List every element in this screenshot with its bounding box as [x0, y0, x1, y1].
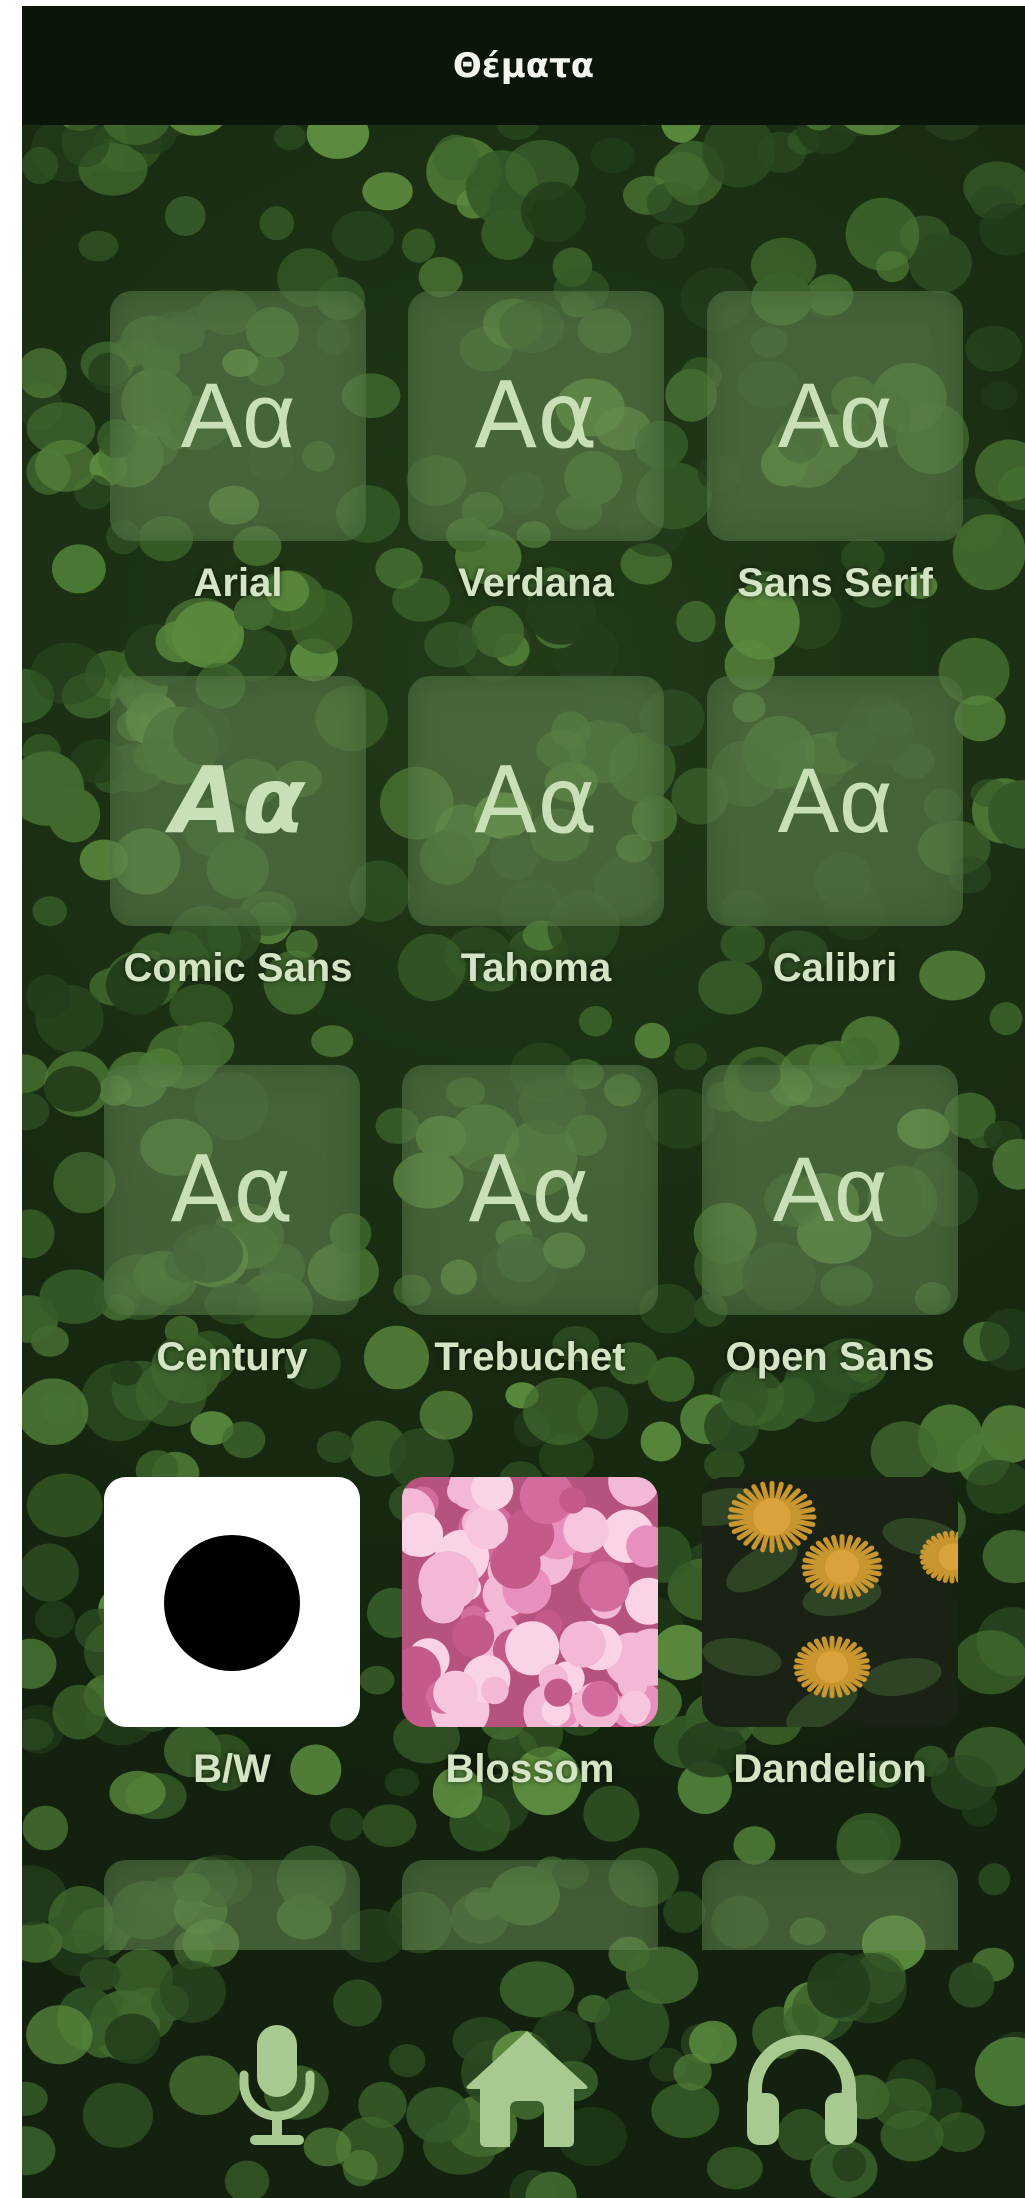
- font-sample: Aα: [772, 1139, 888, 1241]
- theme-label: Dandelion: [733, 1747, 927, 1791]
- font-preview: Aα: [408, 676, 664, 926]
- theme-preview: [402, 1860, 658, 1950]
- font-sample: Aα: [170, 747, 306, 854]
- font-label: Verdana: [458, 561, 614, 605]
- font-sample: Aα: [777, 750, 893, 852]
- microphone-icon: [232, 2023, 322, 2158]
- font-label: Calibri: [772, 946, 898, 990]
- app-screen: Θέματα Aα Arial Aα Verdana Aα Sans Serif…: [22, 6, 1025, 2198]
- font-label: Comic Sans: [123, 946, 353, 990]
- font-preview: Aα: [702, 1065, 958, 1315]
- font-sample: Aα: [474, 362, 598, 469]
- font-sample: Aα: [180, 365, 296, 467]
- top-bar: Θέματα: [22, 6, 1025, 125]
- font-sample: Aα: [468, 1136, 592, 1243]
- bw-theme-icon: [104, 1477, 360, 1727]
- theme-preview: [104, 1860, 360, 1950]
- font-preview: Aα: [104, 1065, 360, 1315]
- font-preview: Aα: [402, 1065, 658, 1315]
- font-sample: Aα: [474, 747, 598, 854]
- nav-microphone-button[interactable]: [212, 2020, 342, 2160]
- font-sample: Aα: [170, 1136, 294, 1243]
- font-preview: Aα: [707, 676, 963, 926]
- font-preview: Aα: [707, 291, 963, 541]
- theme-preview: [702, 1860, 958, 1950]
- font-preview: Aα: [408, 291, 664, 541]
- nav-home-button[interactable]: [462, 2020, 592, 2160]
- headphones-icon: [737, 2023, 867, 2158]
- font-preview: Aα: [110, 291, 366, 541]
- page-title: Θέματα: [452, 45, 595, 86]
- font-preview: Aα: [110, 676, 366, 926]
- font-label: Century: [156, 1335, 308, 1379]
- font-label: Tahoma: [460, 946, 612, 990]
- font-label: Trebuchet: [434, 1335, 626, 1379]
- font-label: Arial: [193, 561, 283, 605]
- font-sample: Aα: [777, 365, 893, 467]
- dandelion-theme-icon: [702, 1477, 958, 1727]
- nav-headphones-button[interactable]: [737, 2020, 867, 2160]
- blossom-theme-icon: [402, 1477, 658, 1727]
- theme-grid: Aα Arial Aα Verdana Aα Sans Serif Aα Com…: [22, 125, 1025, 1950]
- theme-label: Blossom: [445, 1747, 615, 1791]
- theme-label: B/W: [193, 1747, 271, 1791]
- home-icon: [462, 2023, 592, 2158]
- font-label: Open Sans: [725, 1335, 935, 1379]
- font-label: Sans Serif: [737, 561, 933, 605]
- bottom-navigation: [22, 1950, 1025, 2198]
